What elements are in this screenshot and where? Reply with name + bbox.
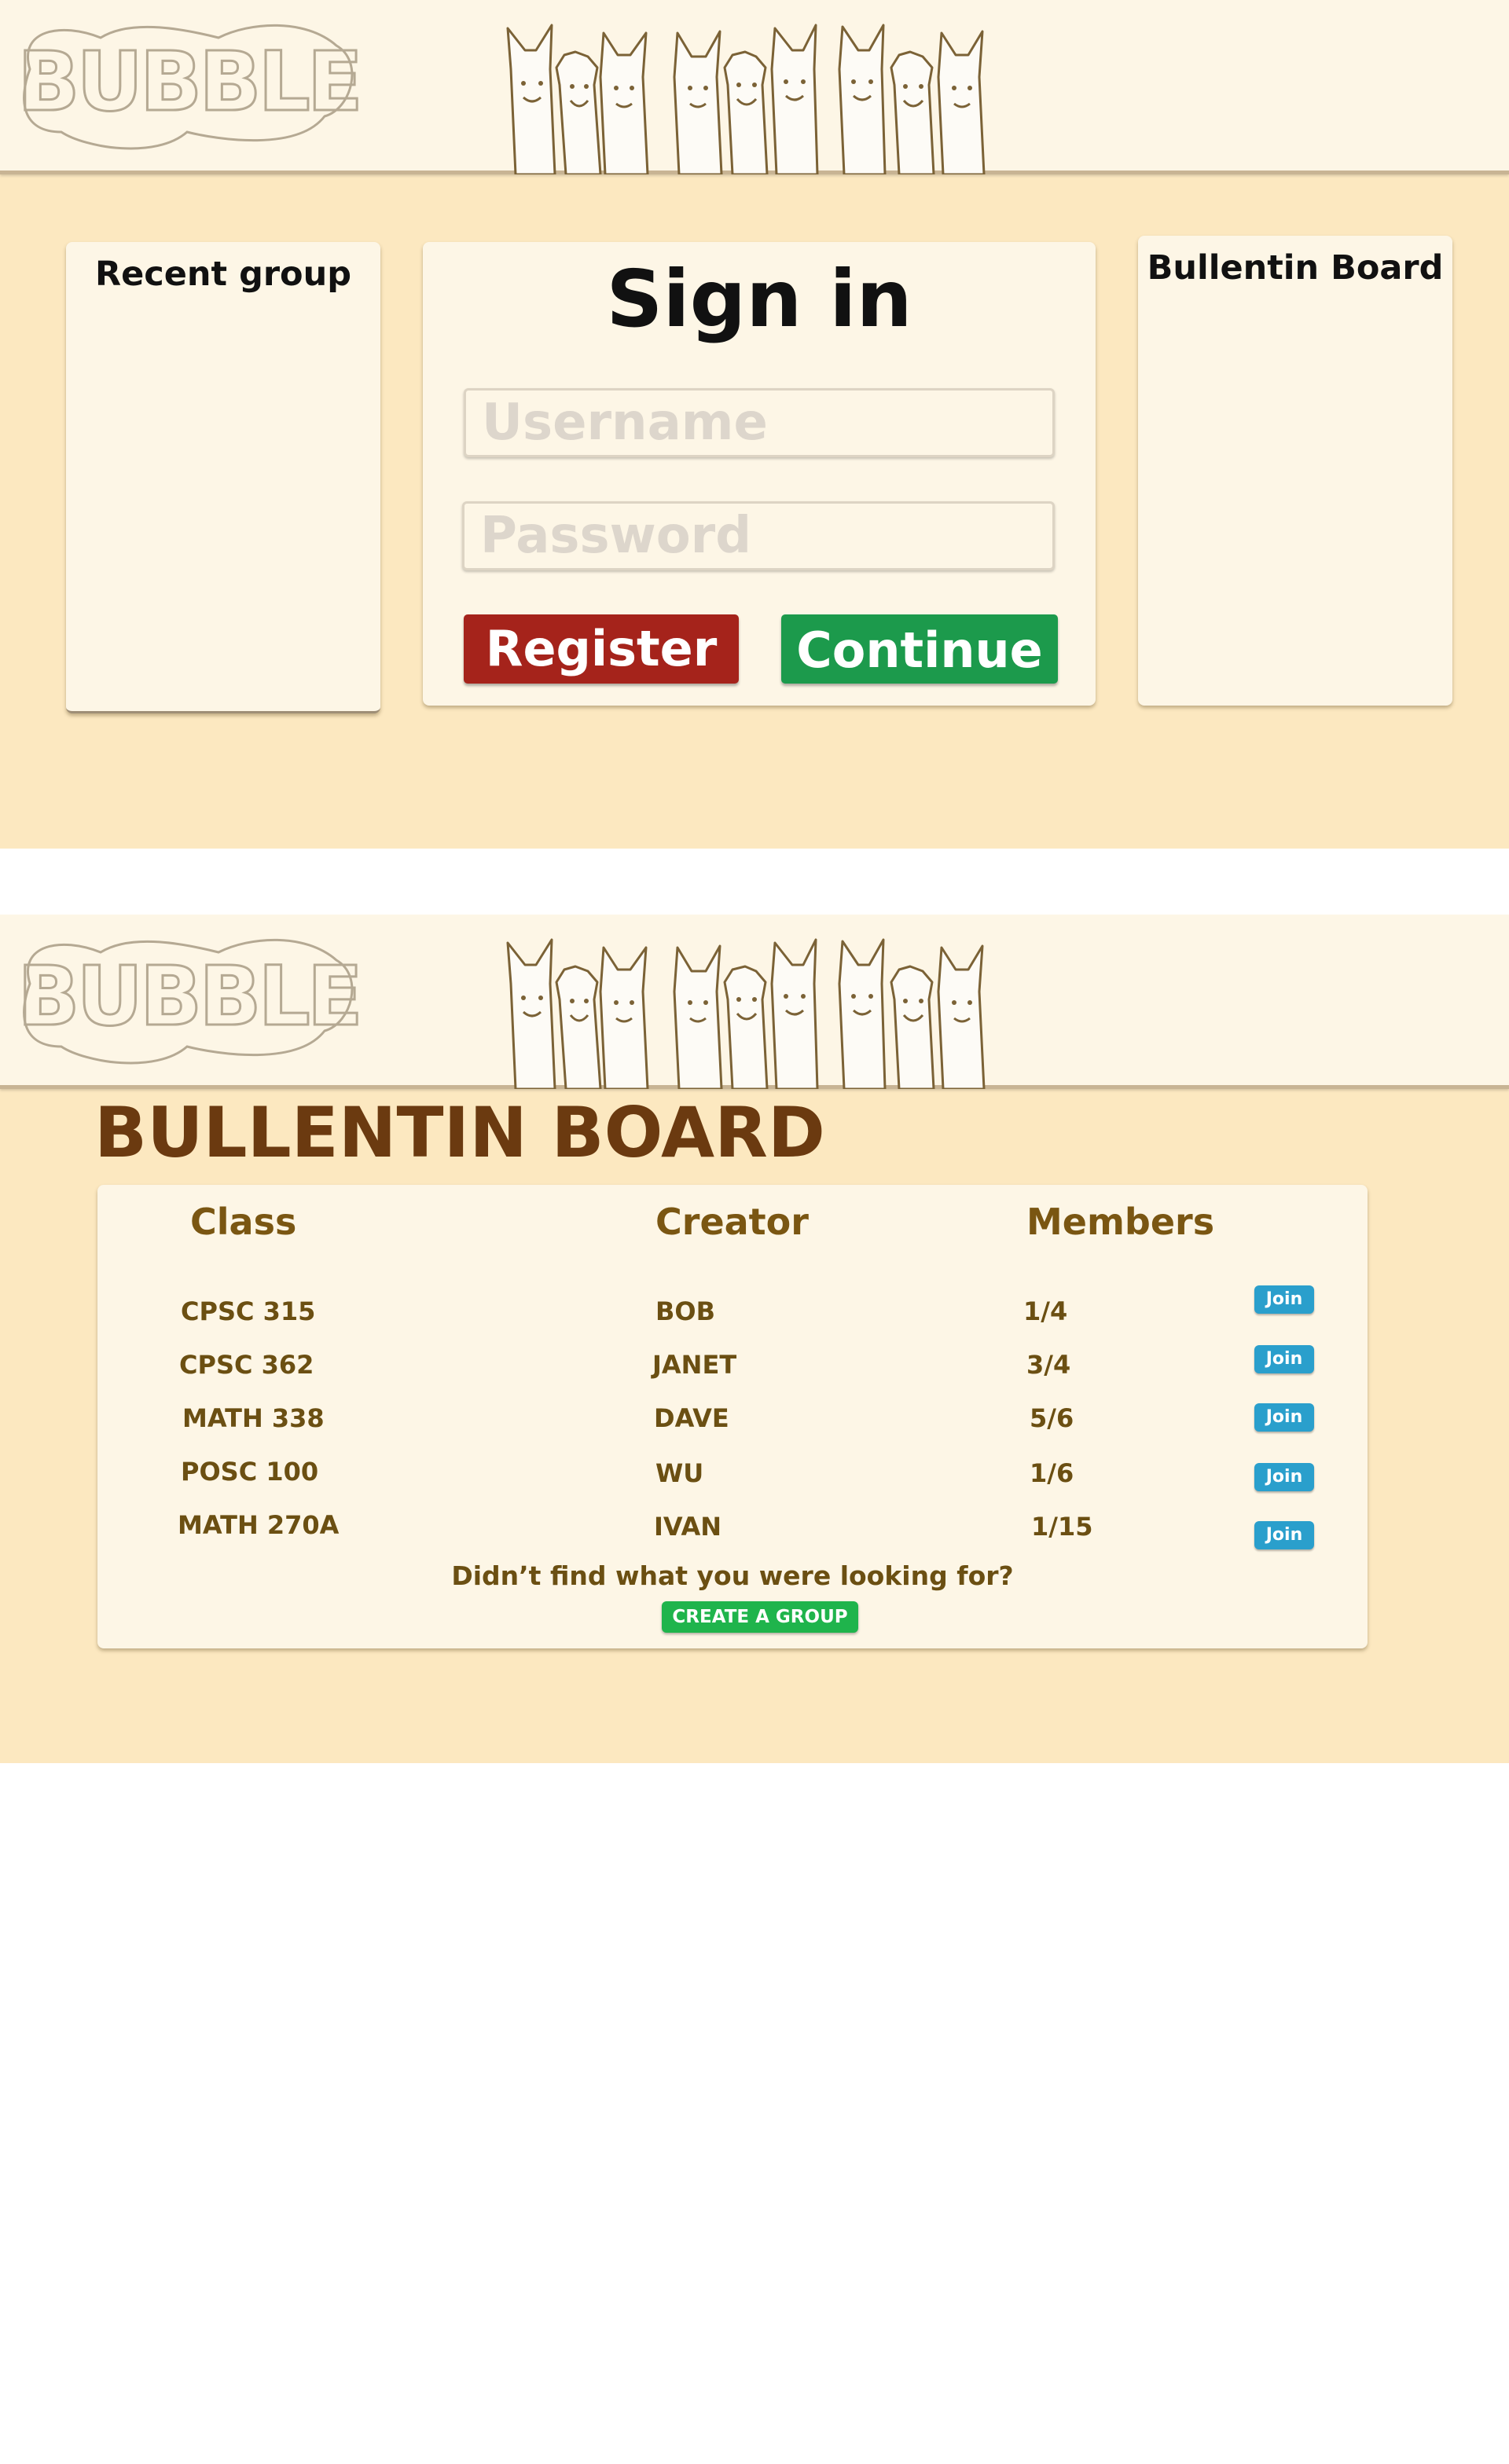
bulletin-board-heading: BULLENTIN BOARD [94, 1092, 825, 1173]
bubble-logo[interactable]: BUBBLE [14, 929, 363, 1075]
cell-creator: BOB [655, 1296, 715, 1326]
header: BUBBLE [0, 0, 1509, 174]
signin-title: Sign in [606, 253, 912, 345]
mascot-group-illustration [506, 24, 986, 174]
recent-group-title: Recent group [95, 255, 351, 294]
bulletin-board-panel[interactable]: Bullentin Board [1138, 236, 1452, 706]
not-found-prompt: Didn’t find what you were looking for? [451, 1560, 1014, 1591]
bulletin-board-table: Class Creator Members CPSC 315 BOB 1/4 J… [97, 1185, 1368, 1648]
cell-members: 1/4 [1023, 1296, 1068, 1326]
cell-class: MATH 338 [182, 1403, 325, 1433]
header: BUBBLE [0, 915, 1509, 1089]
cell-creator: DAVE [654, 1403, 729, 1433]
cell-class: CPSC 315 [181, 1296, 316, 1326]
join-button[interactable]: Join [1254, 1285, 1314, 1314]
cell-class: POSC 100 [181, 1457, 319, 1487]
continue-button[interactable]: Continue [781, 614, 1058, 684]
cell-members: 1/15 [1031, 1512, 1093, 1542]
join-button[interactable]: Join [1254, 1463, 1314, 1491]
cell-creator: IVAN [654, 1512, 722, 1542]
username-field[interactable] [464, 388, 1055, 457]
signin-panel: Sign in Register Continue [423, 242, 1096, 706]
join-button[interactable]: Join [1254, 1403, 1314, 1432]
column-header-creator: Creator [655, 1201, 809, 1243]
cell-class: MATH 270A [178, 1510, 340, 1540]
column-header-members: Members [1026, 1201, 1215, 1243]
register-button[interactable]: Register [464, 614, 739, 684]
join-button[interactable]: Join [1254, 1521, 1314, 1549]
mascot-group-illustration [506, 938, 986, 1089]
create-group-button[interactable]: CREATE A GROUP [662, 1601, 858, 1633]
bulletin-board-screen: BUBBLE BULLENTIN BOARD Class Creator Mem… [0, 915, 1509, 1763]
bubble-logo[interactable]: BUBBLE [14, 14, 363, 160]
cell-members: 5/6 [1030, 1403, 1074, 1433]
cell-members: 1/6 [1030, 1458, 1074, 1488]
cell-class: CPSC 362 [179, 1350, 314, 1380]
logo-text: BUBBLE [17, 948, 360, 1044]
cell-members: 3/4 [1026, 1350, 1071, 1380]
signin-screen: BUBBLE Recent group Sign in Username Reg… [0, 0, 1509, 849]
cell-creator: JANET [652, 1350, 737, 1380]
logo-text: BUBBLE [17, 34, 360, 130]
cell-creator: WU [655, 1458, 704, 1488]
recent-group-panel: Recent group [66, 242, 380, 713]
join-button[interactable]: Join [1254, 1345, 1314, 1373]
column-header-class: Class [190, 1201, 297, 1243]
password-field[interactable] [462, 501, 1055, 570]
bulletin-board-title: Bullentin Board [1147, 248, 1444, 288]
